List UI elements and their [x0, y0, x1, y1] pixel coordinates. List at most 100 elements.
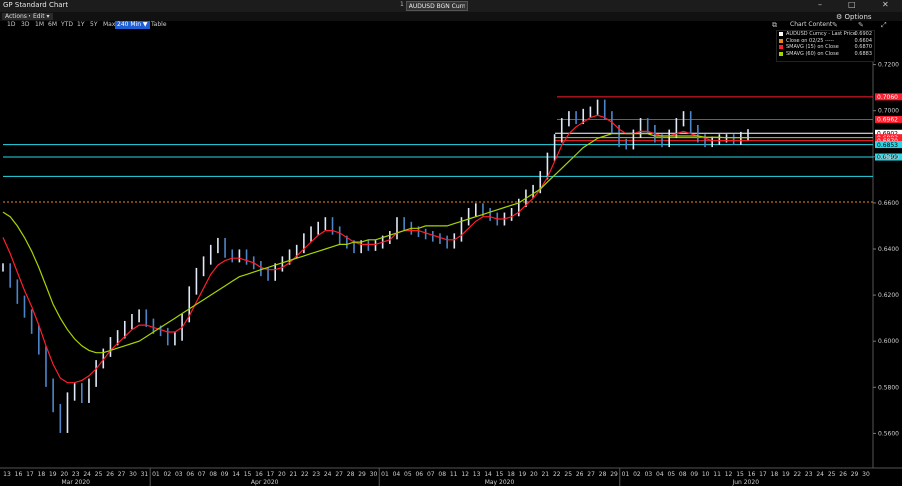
- x-tick-label: 11: [450, 471, 458, 478]
- horizontal-lines: 0.70600.69620.69020.68830.68700.68530.67…: [3, 93, 902, 203]
- x-tick-label: 29: [358, 471, 366, 478]
- x-tick-label: 08: [209, 471, 217, 478]
- x-tick-label: 03: [175, 471, 183, 478]
- y-tick-label: 0.7200: [878, 62, 899, 69]
- x-tick-label: 16: [748, 471, 756, 478]
- x-tick-label: 14: [484, 471, 492, 478]
- x-tick-label: 19: [49, 471, 57, 478]
- x-tick-label: 06: [415, 471, 423, 478]
- chart-legend: AUDUSD Curncy - Last Price 0.6902 Close …: [776, 30, 875, 62]
- x-tick-label: 17: [267, 471, 275, 478]
- x-tick-label: 12: [725, 471, 733, 478]
- x-tick-label: 21: [541, 471, 549, 478]
- x-tick-label: 22: [553, 471, 561, 478]
- legend-swatch: [779, 51, 783, 56]
- price-bars: [2, 99, 749, 433]
- x-tick-label: 25: [828, 471, 836, 478]
- x-tick-label: 18: [38, 471, 46, 478]
- y-tick-label: 0.7000: [878, 108, 899, 115]
- x-tick-label: 09: [221, 471, 229, 478]
- x-tick-label: 26: [576, 471, 584, 478]
- y-tick-label: 0.5600: [878, 430, 899, 437]
- x-tick-label: 28: [599, 471, 607, 478]
- x-tick-label: 16: [15, 471, 23, 478]
- x-tick-label: 02: [633, 471, 641, 478]
- x-tick-label: 01: [152, 471, 160, 478]
- x-tick-label: 13: [3, 471, 11, 478]
- x-tick-label: 23: [72, 471, 80, 478]
- x-tick-label: 30: [129, 471, 137, 478]
- x-tick-label: 31: [141, 471, 149, 478]
- x-tick-label: 10: [702, 471, 710, 478]
- x-tick-label: 06: [186, 471, 194, 478]
- x-tick-label: 05: [404, 471, 412, 478]
- x-tick-label: 16: [255, 471, 263, 478]
- month-label: May 2020: [485, 479, 515, 486]
- y-tick-label: 0.6600: [878, 200, 899, 207]
- x-tick-label: 03: [645, 471, 653, 478]
- x-tick-label: 29: [610, 471, 618, 478]
- legend-value: 0.6883: [854, 50, 873, 57]
- x-tick-label: 12: [461, 471, 469, 478]
- x-tick-label: 26: [106, 471, 114, 478]
- x-tick-label: 08: [679, 471, 687, 478]
- x-tick-label: 15: [244, 471, 252, 478]
- x-tick-label: 22: [793, 471, 801, 478]
- y-tick-label: 0.6200: [878, 292, 899, 299]
- x-tick-label: 24: [83, 471, 91, 478]
- month-label: Mar 2020: [61, 479, 90, 486]
- y-tick-label: 0.6400: [878, 246, 899, 253]
- x-tick-label: 17: [759, 471, 767, 478]
- x-tick-label: 21: [290, 471, 298, 478]
- legend-item: SMAVG (60) on Close 0.6883: [777, 51, 874, 58]
- x-tick-label: 23: [312, 471, 320, 478]
- x-tick-label: 19: [519, 471, 527, 478]
- x-tick-label: 24: [816, 471, 824, 478]
- x-axis: 13 16 17 18 19 20 23 24 25 26 27 30 31 01 02 03 06 07 08 09…: [3, 468, 870, 486]
- x-tick-label: 26: [839, 471, 847, 478]
- x-tick-label: 27: [587, 471, 595, 478]
- x-tick-label: 14: [232, 471, 240, 478]
- x-tick-label: 02: [164, 471, 172, 478]
- x-tick-label: 15: [736, 471, 744, 478]
- price-tag-label: 0.6962: [877, 117, 898, 124]
- x-tick-label: 04: [393, 471, 401, 478]
- y-tick-label: 0.6800: [878, 154, 899, 161]
- x-tick-label: 27: [118, 471, 126, 478]
- x-tick-label: 25: [95, 471, 103, 478]
- price-tag-label: 0.7060: [877, 94, 898, 101]
- x-tick-label: 13: [473, 471, 481, 478]
- month-label: Jun 2020: [731, 479, 759, 486]
- x-tick-label: 09: [690, 471, 698, 478]
- x-tick-label: 20: [530, 471, 538, 478]
- y-tick-label: 0.6000: [878, 338, 899, 345]
- x-tick-label: 04: [656, 471, 664, 478]
- month-label: Apr 2020: [251, 479, 279, 486]
- price-tag-label: 0.6853: [877, 142, 898, 149]
- x-tick-label: 28: [347, 471, 355, 478]
- legend-name: SMAVG (60) on Close: [786, 50, 839, 57]
- x-tick-label: 22: [301, 471, 309, 478]
- x-tick-label: 01: [622, 471, 630, 478]
- x-tick-label: 01: [381, 471, 389, 478]
- x-tick-label: 20: [278, 471, 286, 478]
- x-tick-label: 18: [507, 471, 515, 478]
- x-tick-label: 23: [805, 471, 813, 478]
- legend-swatch: [779, 38, 783, 43]
- x-tick-label: 25: [564, 471, 572, 478]
- x-tick-label: 07: [198, 471, 206, 478]
- x-tick-label: 24: [324, 471, 332, 478]
- x-tick-label: 29: [851, 471, 859, 478]
- x-tick-label: 19: [782, 471, 790, 478]
- x-tick-label: 18: [771, 471, 779, 478]
- y-tick-label: 0.5800: [878, 384, 899, 391]
- x-tick-label: 05: [667, 471, 675, 478]
- x-tick-label: 27: [335, 471, 343, 478]
- x-tick-label: 07: [427, 471, 435, 478]
- x-tick-label: 15: [496, 471, 504, 478]
- legend-swatch: [779, 32, 783, 36]
- price-chart[interactable]: 0.70600.69620.69020.68830.68700.68530.67…: [0, 0, 902, 486]
- x-tick-label: 30: [370, 471, 378, 478]
- x-tick-label: 30: [862, 471, 870, 478]
- legend-swatch: [779, 45, 783, 49]
